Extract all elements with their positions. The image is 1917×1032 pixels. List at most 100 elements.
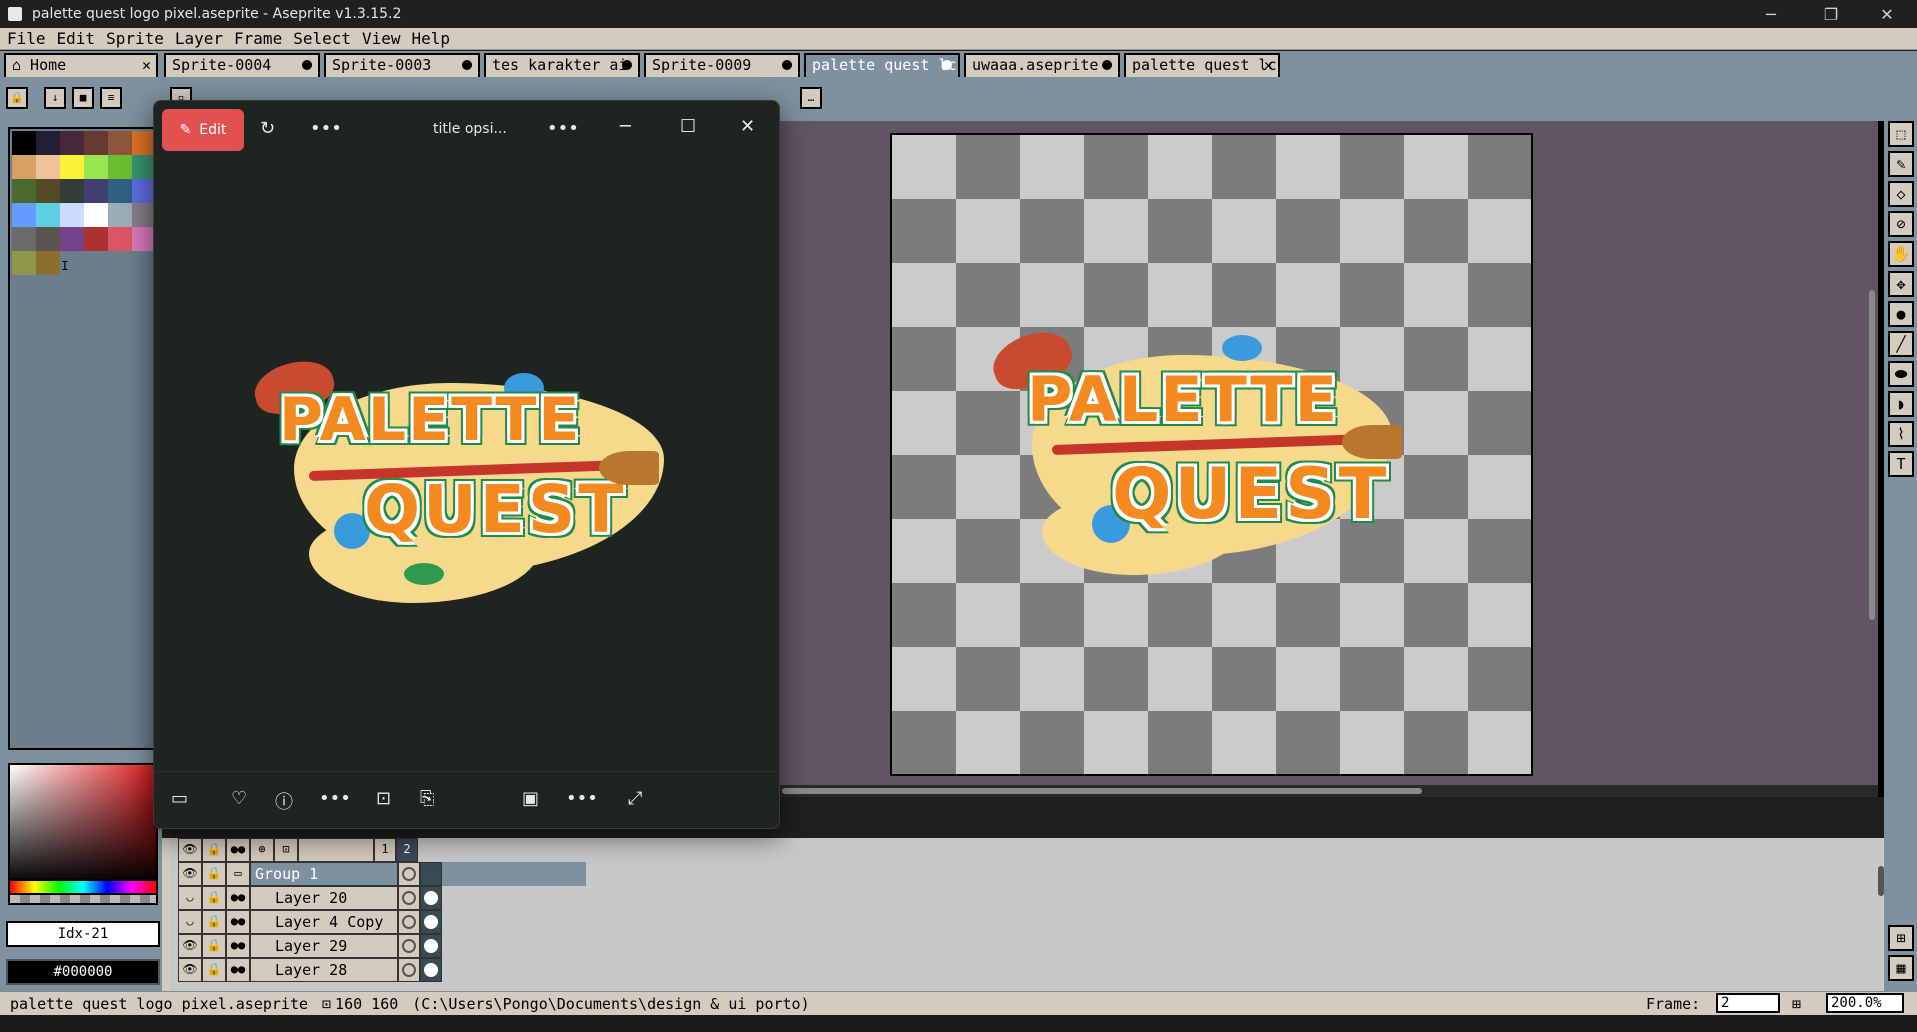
eyedropper-icon[interactable]: ⊘ bbox=[1888, 211, 1914, 237]
tab-palette-quest-2[interactable]: palette quest lc ✕ bbox=[1124, 53, 1280, 77]
eye-header-icon[interactable]: 👁 bbox=[178, 838, 202, 862]
ellipse-icon[interactable]: ⬬ bbox=[1888, 361, 1914, 387]
frame-header-2[interactable]: 2 bbox=[396, 838, 418, 862]
palette-swatch[interactable] bbox=[108, 155, 132, 179]
continuous-icon[interactable]: ●● bbox=[226, 934, 250, 958]
fullscreen-icon[interactable]: ⤢ bbox=[628, 788, 642, 809]
line-icon[interactable]: ╱ bbox=[1888, 331, 1914, 357]
palette-swatch[interactable] bbox=[60, 155, 84, 179]
close-tab-icon[interactable]: ✕ bbox=[142, 56, 151, 74]
hue-slider[interactable] bbox=[8, 879, 158, 895]
palette-swatch[interactable] bbox=[36, 131, 60, 155]
palette-swatch[interactable] bbox=[108, 203, 132, 227]
cel-filled[interactable] bbox=[420, 910, 442, 934]
layer-name[interactable]: Layer 20 bbox=[250, 886, 398, 910]
menu-edit[interactable]: Edit bbox=[54, 29, 104, 48]
visible-eye-icon[interactable]: 👁 bbox=[178, 862, 202, 886]
palette-swatch[interactable] bbox=[12, 227, 36, 251]
favorite-heart-icon[interactable]: ♡ bbox=[231, 788, 247, 809]
layer-row-layer-4-copy[interactable]: ◡ 🔒 ●● Layer 4 Copy bbox=[178, 910, 586, 934]
scan-text-icon[interactable]: ⎘ bbox=[420, 788, 434, 809]
timeline-toggle-icon[interactable]: ▦ bbox=[1888, 955, 1914, 981]
close-window-button[interactable]: ✕ bbox=[1857, 0, 1917, 28]
cel-empty[interactable] bbox=[398, 886, 420, 910]
alpha-slider[interactable] bbox=[8, 895, 158, 905]
sprite-canvas[interactable]: PALETTE QUEST bbox=[890, 133, 1533, 776]
visible-eye-icon[interactable]: 👁 bbox=[178, 934, 202, 958]
palette-swatch[interactable] bbox=[60, 131, 84, 155]
text-icon[interactable]: T bbox=[1888, 451, 1914, 477]
tab-palette-quest-active[interactable]: palette quest lc bbox=[804, 53, 960, 77]
layer-name[interactable]: Layer 28 bbox=[250, 958, 398, 982]
palette-swatch[interactable] bbox=[36, 155, 60, 179]
layer-row-layer-28[interactable]: 👁 🔒 ●● Layer 28 bbox=[178, 958, 586, 982]
tab-uwaaa[interactable]: uwaaa.aseprite bbox=[964, 53, 1120, 77]
menu-select[interactable]: Select bbox=[290, 29, 359, 48]
color-spectrum[interactable] bbox=[8, 763, 158, 886]
frame-number-input[interactable]: 2 bbox=[1716, 993, 1780, 1013]
add-frame-icon[interactable]: ⊞ bbox=[1792, 995, 1801, 1013]
frame-header-1[interactable]: 1 bbox=[374, 838, 396, 862]
palette-swatch[interactable] bbox=[60, 203, 84, 227]
move-icon[interactable]: ✥ bbox=[1888, 271, 1914, 297]
palette-swatch[interactable] bbox=[12, 155, 36, 179]
palette-swatch[interactable] bbox=[36, 179, 60, 203]
cel-empty[interactable] bbox=[398, 958, 420, 982]
palette-swatch[interactable] bbox=[12, 251, 36, 275]
palette-options-icon[interactable]: ■ bbox=[72, 87, 94, 109]
palette-swatch[interactable] bbox=[36, 227, 60, 251]
palette-swatch[interactable] bbox=[36, 203, 60, 227]
lock-icon[interactable]: 🔒 bbox=[202, 910, 226, 934]
scroll-thumb[interactable] bbox=[782, 788, 1422, 794]
layer-row-layer-29[interactable]: 👁 🔒 ●● Layer 29 bbox=[178, 934, 586, 958]
cel-filled[interactable] bbox=[420, 934, 442, 958]
lock-icon[interactable]: 🔒 bbox=[202, 886, 226, 910]
cel-filled[interactable] bbox=[420, 958, 442, 982]
menu-file[interactable]: File bbox=[4, 29, 54, 48]
visual-search-icon[interactable]: ⊡ bbox=[376, 788, 391, 809]
continuous-header-icon[interactable]: ●● bbox=[226, 838, 250, 862]
sort-down-icon[interactable]: ↓ bbox=[44, 87, 66, 109]
menu-help[interactable]: Help bbox=[409, 29, 459, 48]
layer-name[interactable]: Group 1 bbox=[250, 862, 398, 886]
hand-icon[interactable]: ✋ bbox=[1888, 241, 1914, 267]
lock-icon[interactable]: 🔒 bbox=[202, 934, 226, 958]
preview-icon[interactable]: ⊞ bbox=[1888, 925, 1914, 951]
layer-options-icon[interactable]: ⊡ bbox=[274, 838, 298, 862]
cel-empty[interactable] bbox=[398, 862, 420, 886]
layer-name[interactable]: Layer 4 Copy bbox=[250, 910, 398, 934]
cel-empty[interactable] bbox=[420, 862, 442, 886]
palette-swatch[interactable] bbox=[12, 179, 36, 203]
info-icon[interactable]: ⓘ bbox=[275, 788, 293, 814]
toolbar-more-icon[interactable]: … bbox=[800, 87, 822, 109]
palette-swatch[interactable] bbox=[108, 179, 132, 203]
menu-view[interactable]: View bbox=[359, 29, 409, 48]
timeline-scrollbar[interactable] bbox=[1878, 866, 1884, 896]
cel-filled[interactable] bbox=[420, 886, 442, 910]
pencil-icon[interactable]: ✎ bbox=[1888, 151, 1914, 177]
zoom-input[interactable]: 200.0% bbox=[1826, 993, 1904, 1013]
lock-icon[interactable]: 🔒 bbox=[202, 862, 226, 886]
continuous-icon[interactable]: ●● bbox=[226, 910, 250, 934]
palette-swatch[interactable] bbox=[84, 227, 108, 251]
minimize-window-button[interactable]: ─ bbox=[1741, 0, 1801, 28]
paint-bucket-icon[interactable]: ● bbox=[1888, 301, 1914, 327]
edit-button[interactable]: ✎ Edit bbox=[162, 109, 244, 151]
palette-swatch[interactable] bbox=[84, 179, 108, 203]
hidden-eye-icon[interactable]: ◡ bbox=[178, 910, 202, 934]
new-layer-icon[interactable]: ⊕ bbox=[250, 838, 274, 862]
layer-name[interactable]: Layer 29 bbox=[250, 934, 398, 958]
palette-swatch[interactable] bbox=[84, 131, 108, 155]
lock-header-icon[interactable]: 🔒 bbox=[202, 838, 226, 862]
viewer-maximize-button[interactable]: ☐ bbox=[680, 116, 696, 137]
lock-icon[interactable]: 🔒 bbox=[6, 87, 28, 109]
bottom-more-icon-2[interactable]: ••• bbox=[566, 788, 598, 809]
tab-tes-karakter[interactable]: tes karakter ai bbox=[484, 53, 640, 77]
lock-icon[interactable]: 🔒 bbox=[202, 958, 226, 982]
rotate-icon[interactable]: ↻ bbox=[260, 118, 275, 139]
contour-icon[interactable]: ◗ bbox=[1888, 391, 1914, 417]
layer-row-layer-20[interactable]: ◡ 🔒 ●● Layer 20 bbox=[178, 886, 586, 910]
hidden-eye-icon[interactable]: ◡ bbox=[178, 886, 202, 910]
title-more-icon[interactable]: ••• bbox=[547, 118, 579, 139]
palette-swatch[interactable] bbox=[36, 251, 60, 275]
